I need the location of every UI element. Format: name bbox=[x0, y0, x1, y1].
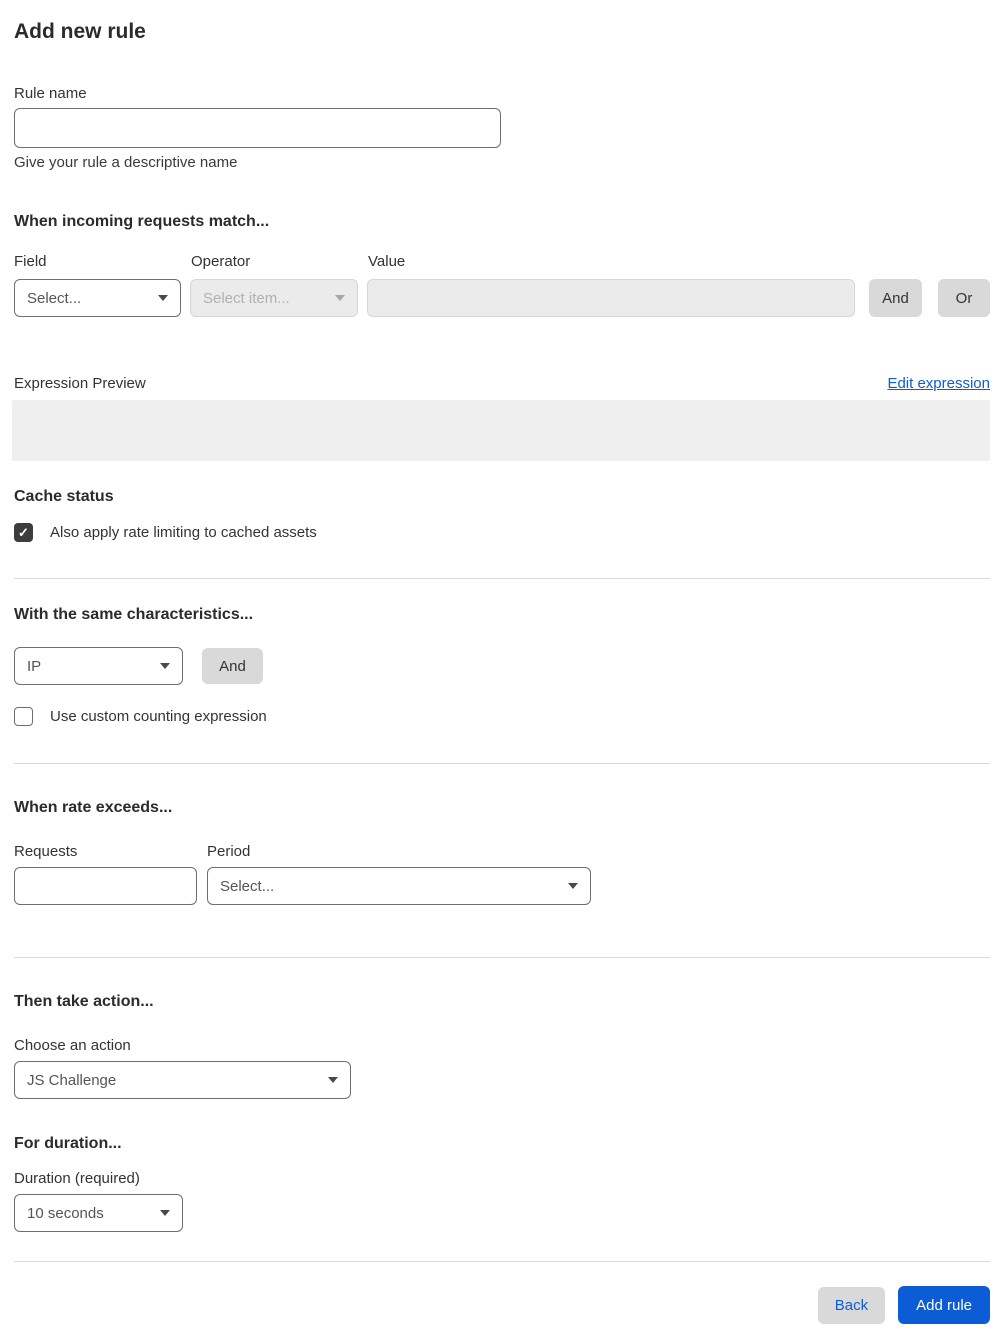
expression-preview-label: Expression Preview bbox=[14, 375, 146, 392]
characteristics-controls: IP And bbox=[14, 647, 990, 685]
rate-controls-row: Select... bbox=[14, 867, 990, 905]
and-button[interactable]: And bbox=[869, 279, 922, 317]
chevron-down-icon bbox=[568, 883, 578, 889]
requests-label: Requests bbox=[14, 843, 78, 860]
action-select[interactable]: JS Challenge bbox=[14, 1061, 351, 1099]
action-select-value: JS Challenge bbox=[27, 1071, 117, 1089]
characteristic-select-value: IP bbox=[27, 657, 42, 675]
back-button[interactable]: Back bbox=[817, 1286, 886, 1324]
rule-name-label: Rule name bbox=[14, 85, 87, 102]
expression-preview-row: Expression Preview Edit expression bbox=[14, 375, 990, 392]
section-divider bbox=[14, 763, 990, 764]
section-divider bbox=[14, 957, 990, 958]
operator-label: Operator bbox=[191, 253, 251, 270]
checkmark-icon: ✓ bbox=[18, 524, 29, 540]
cache-checkbox-row: ✓ Also apply rate limiting to cached ass… bbox=[14, 523, 990, 542]
requests-input[interactable] bbox=[14, 867, 197, 905]
cached-assets-checkbox[interactable]: ✓ bbox=[14, 523, 33, 542]
choose-action-label: Choose an action bbox=[14, 1037, 131, 1054]
page-title: Add new rule bbox=[14, 20, 146, 43]
cache-status-heading: Cache status bbox=[14, 488, 114, 505]
period-label: Period bbox=[207, 843, 251, 860]
section-divider bbox=[14, 578, 990, 579]
chevron-down-icon bbox=[335, 295, 345, 301]
cache-checkbox-label: Also apply rate limiting to cached asset… bbox=[50, 524, 317, 541]
characteristic-and-button[interactable]: And bbox=[202, 648, 263, 684]
value-input[interactable] bbox=[367, 279, 855, 317]
operator-select[interactable]: Select item... bbox=[190, 279, 358, 317]
rate-heading: When rate exceeds... bbox=[14, 799, 173, 816]
edit-expression-link[interactable]: Edit expression bbox=[887, 375, 990, 392]
rule-name-section: Rule name Give your rule a descriptive n… bbox=[14, 85, 990, 171]
add-rule-button[interactable]: Add rule bbox=[898, 1286, 990, 1324]
chevron-down-icon bbox=[160, 1210, 170, 1216]
chevron-down-icon bbox=[158, 295, 168, 301]
duration-select-value: 10 seconds bbox=[27, 1204, 104, 1222]
match-section-heading: When incoming requests match... bbox=[14, 213, 270, 230]
rule-name-helper: Give your rule a descriptive name bbox=[14, 154, 238, 171]
chevron-down-icon bbox=[328, 1077, 338, 1083]
duration-heading: For duration... bbox=[14, 1135, 122, 1152]
add-rule-form: Add new rule Rule name Give your rule a … bbox=[0, 0, 1002, 1324]
footer-divider bbox=[14, 1261, 990, 1262]
duration-select[interactable]: 10 seconds bbox=[14, 1194, 183, 1232]
duration-label: Duration (required) bbox=[14, 1170, 140, 1187]
characteristic-select[interactable]: IP bbox=[14, 647, 183, 685]
field-select[interactable]: Select... bbox=[14, 279, 181, 317]
operator-select-value: Select item... bbox=[203, 289, 290, 307]
value-label: Value bbox=[368, 253, 406, 270]
match-controls-row: Select... Select item... And Or bbox=[14, 279, 990, 317]
or-button[interactable]: Or bbox=[938, 279, 990, 317]
field-label: Field bbox=[14, 253, 47, 270]
expression-preview-box bbox=[12, 400, 990, 461]
counting-expression-row: Use custom counting expression bbox=[14, 707, 990, 726]
chevron-down-icon bbox=[160, 663, 170, 669]
action-heading: Then take action... bbox=[14, 993, 154, 1010]
match-labels-row: Field Operator Value bbox=[14, 253, 990, 270]
characteristics-heading: With the same characteristics... bbox=[14, 606, 254, 623]
period-select[interactable]: Select... bbox=[207, 867, 591, 905]
custom-counting-checkbox[interactable] bbox=[14, 707, 33, 726]
counting-checkbox-label: Use custom counting expression bbox=[50, 708, 267, 725]
footer-buttons: Back Add rule bbox=[14, 1286, 990, 1324]
field-select-value: Select... bbox=[27, 289, 82, 307]
rule-name-input[interactable] bbox=[14, 108, 501, 148]
rate-labels-row: Requests Period bbox=[14, 843, 990, 860]
period-select-value: Select... bbox=[220, 877, 275, 895]
